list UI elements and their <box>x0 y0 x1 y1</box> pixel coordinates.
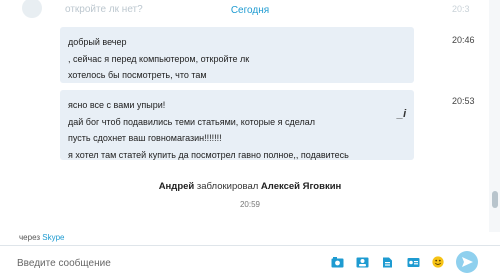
date-separator: Сегодня <box>230 5 270 16</box>
system-event: Андрей заблокировал Алексей Яговкин <box>0 181 500 192</box>
message-time: 20:46 <box>452 35 475 45</box>
message-line: , сейчас я перед компьютером, откройте л… <box>68 53 250 64</box>
send-icon <box>462 257 473 267</box>
message-line: ясно все с вами упыри! <box>68 100 166 110</box>
event-actor: Андрей <box>158 181 195 192</box>
message-time: 20:53 <box>452 96 475 106</box>
send-button[interactable] <box>456 251 478 273</box>
scrollbar-thumb[interactable] <box>492 191 498 208</box>
send-contact-icon[interactable] <box>356 257 369 268</box>
message-line: добрый вечер <box>68 37 127 47</box>
compose-bar <box>0 245 500 278</box>
event-target: Алексей Яговкин <box>260 181 342 192</box>
message-line: хотелось бы посмотреть, что там <box>68 70 207 80</box>
chat-history[interactable]: откройте лк нет? 20:3 Сегодня добрый веч… <box>0 0 500 232</box>
message-bubble[interactable]: добрый вечер , сейчас я перед компьютеро… <box>60 27 414 83</box>
system-event-time: 20:59 <box>239 200 261 209</box>
message-line: пусть сдохнет ваш говномагазин!!!!!!! <box>68 133 222 143</box>
scrollbar[interactable] <box>489 0 500 232</box>
via-skype-link[interactable]: Skype <box>42 233 64 242</box>
message-line: я хотел там статей купить да посмотрел г… <box>68 149 349 160</box>
send-video-message-icon[interactable] <box>407 257 420 268</box>
message-line: дай бог чтоб подавились теми статьями, к… <box>68 116 315 127</box>
message-input[interactable] <box>17 254 317 272</box>
message-bubble[interactable]: ясно все с вами упыри! дай бог чтоб пода… <box>60 90 414 160</box>
send-file-icon[interactable] <box>381 257 394 268</box>
send-photo-icon[interactable] <box>331 257 344 268</box>
via-prefix: через <box>19 233 41 242</box>
event-action: заблокировал <box>196 181 259 192</box>
emoticons-icon[interactable] <box>432 256 444 268</box>
via-label: через Skype <box>19 233 64 242</box>
edited-icon: _i <box>397 108 407 120</box>
